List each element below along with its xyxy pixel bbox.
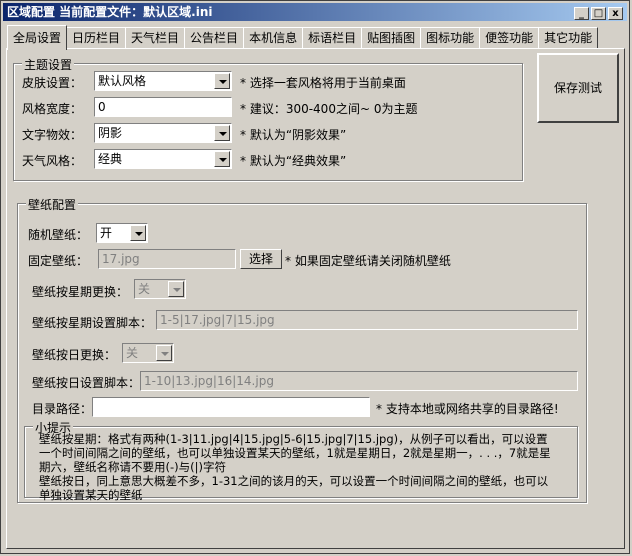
text-effect-label: 文字物效： bbox=[22, 128, 83, 142]
random-wallpaper-value: 开 bbox=[100, 226, 113, 240]
chevron-down-icon[interactable] bbox=[156, 345, 172, 361]
fixed-wallpaper-input[interactable]: 17.jpg bbox=[98, 249, 236, 269]
weekly-change-select[interactable]: 关 bbox=[134, 279, 186, 299]
theme-group: 主题设置 皮肤设置： 默认风格 * 选择一套风格将用于当前桌面 风格宽度： 0 … bbox=[13, 56, 523, 181]
chevron-down-icon[interactable] bbox=[214, 151, 230, 167]
width-note: * 建议：300-400之间~ 0为主题 bbox=[240, 102, 418, 116]
chevron-down-icon[interactable] bbox=[214, 73, 230, 89]
weather-style-note: * 默认为“经典效果” bbox=[240, 154, 347, 168]
skin-note: * 选择一套风格将用于当前桌面 bbox=[240, 76, 406, 90]
weather-style-label: 天气风格： bbox=[22, 154, 83, 168]
tips-line-weekly: 壁纸按星期：格式有两种(1-3|11.jpg|4|15.jpg|5-6|15.j… bbox=[39, 432, 551, 474]
choose-button[interactable]: 选择 bbox=[240, 249, 282, 269]
tips-line-daily: 壁纸按日，同上意思大概差不多，1-31之间的该月的天，可以设置一个时间间隔之间的… bbox=[39, 474, 549, 502]
skin-select[interactable]: 默认风格 bbox=[94, 71, 232, 91]
tab-local-info[interactable]: 本机信息 bbox=[243, 27, 304, 49]
width-label: 风格宽度： bbox=[22, 102, 83, 116]
weather-style-value: 经典 bbox=[98, 152, 123, 166]
weekly-script-label: 壁纸按星期设置脚本： bbox=[32, 316, 153, 330]
tab-calendar[interactable]: 日历栏目 bbox=[66, 27, 127, 49]
tab-slogan[interactable]: 标语栏目 bbox=[302, 27, 363, 49]
random-wallpaper-select[interactable]: 开 bbox=[96, 223, 148, 243]
daily-script-input[interactable]: 1-10|13.jpg|16|14.jpg bbox=[140, 371, 578, 391]
text-effect-value: 阴影 bbox=[98, 126, 123, 140]
chevron-down-icon[interactable] bbox=[168, 281, 184, 297]
tab-notes[interactable]: 便签功能 bbox=[479, 27, 540, 49]
tab-panel: 主题设置 皮肤设置： 默认风格 * 选择一套风格将用于当前桌面 风格宽度： 0 … bbox=[6, 48, 625, 549]
minimize-button[interactable]: _ bbox=[574, 7, 589, 20]
dir-path-note: * 支持本地或网络共享的目录路径! bbox=[376, 402, 559, 416]
tab-announcement[interactable]: 公告栏目 bbox=[184, 27, 245, 49]
weekly-change-value: 关 bbox=[138, 282, 151, 296]
close-button[interactable]: x bbox=[608, 7, 623, 20]
theme-group-title: 主题设置 bbox=[22, 56, 75, 73]
skin-label: 皮肤设置： bbox=[22, 76, 83, 90]
weather-style-select[interactable]: 经典 bbox=[94, 149, 232, 169]
tab-weather[interactable]: 天气栏目 bbox=[125, 27, 186, 49]
text-effect-note: * 默认为“阴影效果” bbox=[240, 128, 347, 142]
tips-group: 小提示 壁纸按星期：格式有两种(1-3|11.jpg|4|15.jpg|5-6|… bbox=[24, 419, 578, 502]
config-window: 区域配置 当前配置文件：默认区域.ini _ □ x 全局设置 日历栏目 天气栏… bbox=[0, 0, 630, 554]
daily-script-label: 壁纸按日设置脚本： bbox=[32, 376, 141, 390]
fixed-wallpaper-note: * 如果固定壁纸请关闭随机壁纸 bbox=[285, 254, 451, 268]
dir-path-input[interactable] bbox=[92, 397, 370, 417]
chevron-down-icon[interactable] bbox=[214, 125, 230, 141]
daily-change-value: 关 bbox=[126, 346, 139, 360]
fixed-wallpaper-label: 固定壁纸： bbox=[28, 254, 89, 268]
weekly-change-label: 壁纸按星期更换： bbox=[32, 285, 129, 299]
tips-text: 壁纸按星期：格式有两种(1-3|11.jpg|4|15.jpg|5-6|15.j… bbox=[39, 432, 559, 502]
save-test-button[interactable]: 保存测试 bbox=[537, 53, 619, 123]
skin-select-value: 默认风格 bbox=[98, 74, 147, 88]
tab-bar: 全局设置 日历栏目 天气栏目 公告栏目 本机信息 标语栏目 贴图插图 图标功能 … bbox=[7, 25, 599, 50]
chevron-down-icon[interactable] bbox=[130, 225, 146, 241]
wallpaper-group-title: 壁纸配置 bbox=[26, 196, 79, 213]
width-input[interactable]: 0 bbox=[94, 97, 232, 117]
tab-global-settings[interactable]: 全局设置 bbox=[7, 25, 68, 50]
choose-button-label: 选择 bbox=[248, 252, 273, 266]
save-test-label: 保存测试 bbox=[553, 81, 602, 95]
weekly-script-input[interactable]: 1-5|17.jpg|7|15.jpg bbox=[156, 310, 578, 330]
text-effect-select[interactable]: 阴影 bbox=[94, 123, 232, 143]
daily-change-select[interactable]: 关 bbox=[122, 343, 174, 363]
title-bar[interactable]: 区域配置 当前配置文件：默认区域.ini _ □ x bbox=[3, 3, 627, 21]
maximize-button[interactable]: □ bbox=[591, 7, 606, 20]
wallpaper-group: 壁纸配置 随机壁纸： 开 固定壁纸： 17.jpg 选择 * 如果固定壁纸请关闭… bbox=[17, 196, 587, 503]
dir-path-label: 目录路径： bbox=[32, 402, 93, 416]
random-wallpaper-label: 随机壁纸： bbox=[28, 228, 89, 242]
tab-images[interactable]: 贴图插图 bbox=[361, 27, 422, 49]
tab-other[interactable]: 其它功能 bbox=[538, 27, 599, 49]
window-title: 区域配置 当前配置文件：默认区域.ini bbox=[7, 5, 213, 19]
daily-change-label: 壁纸按日更换： bbox=[32, 348, 117, 362]
tab-icon-functions[interactable]: 图标功能 bbox=[420, 27, 481, 49]
